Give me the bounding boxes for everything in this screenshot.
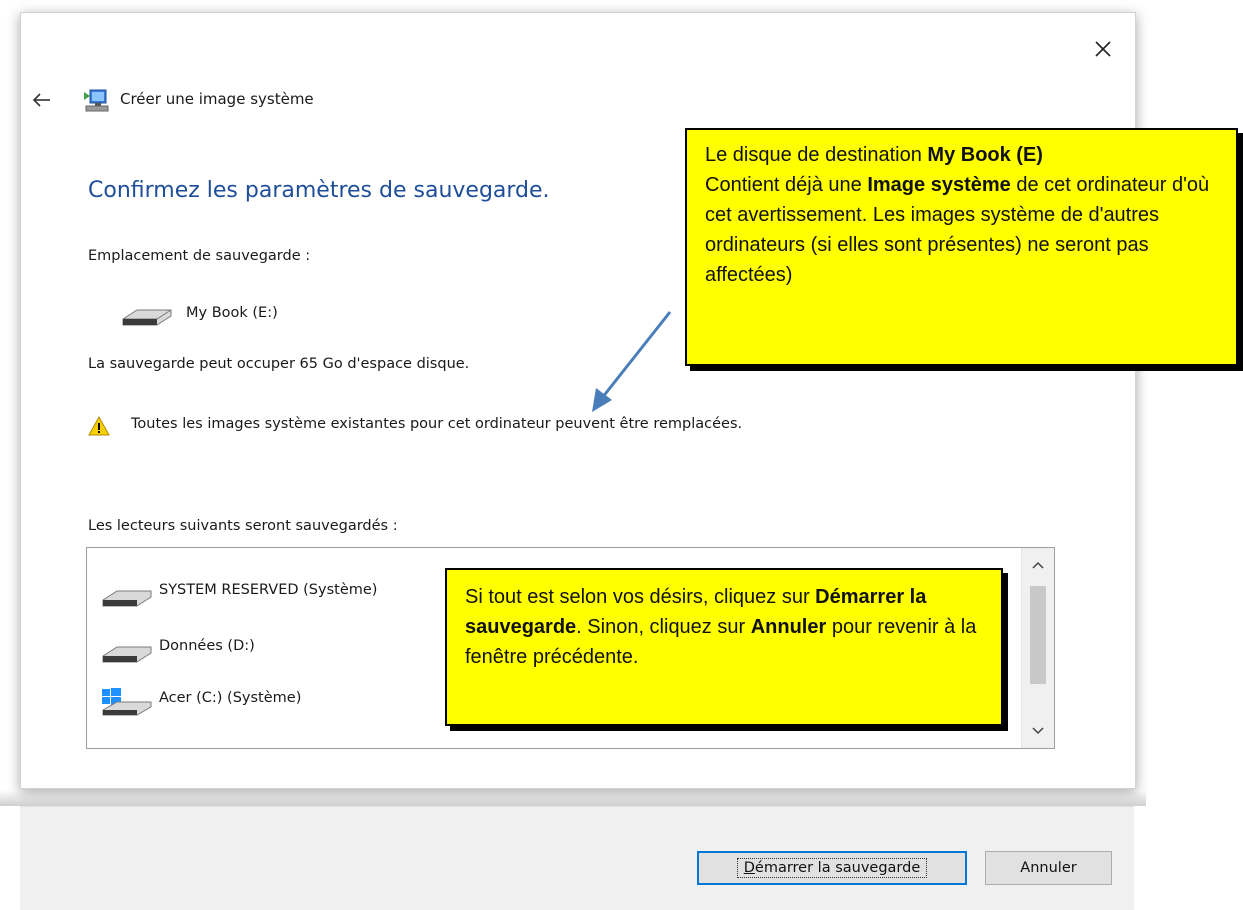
page-heading: Confirmez les paramètres de sauvegarde. xyxy=(88,178,550,203)
drive-label: Données (D:) xyxy=(159,638,255,654)
callout-instructions: Si tout est selon vos désirs, cliquez su… xyxy=(445,568,1003,726)
window-title: Créer une image système xyxy=(120,90,314,108)
drives-label: Les lecteurs suivants seront sauvegardés… xyxy=(88,518,398,534)
callout-bold-text: Annuler xyxy=(750,616,827,638)
hard-drive-icon xyxy=(121,307,173,331)
cancel-button[interactable]: Annuler xyxy=(985,851,1112,885)
chevron-down-icon xyxy=(1032,727,1044,735)
drive-label: SYSTEM RESERVED (Système) xyxy=(159,582,378,598)
scroll-thumb[interactable] xyxy=(1030,586,1046,684)
scroll-down-button[interactable] xyxy=(1022,718,1054,744)
callout-bold-text: My Book (E) xyxy=(927,144,1043,166)
hard-drive-icon xyxy=(102,590,152,607)
scrollbar[interactable] xyxy=(1021,548,1054,748)
drive-label: Acer (C:) (Système) xyxy=(159,690,302,706)
scroll-up-button[interactable] xyxy=(1022,552,1054,578)
start-backup-accesskey: D xyxy=(743,860,755,876)
back-button[interactable] xyxy=(31,89,53,111)
hard-drive-icon xyxy=(102,646,152,663)
callout-destination-info: Le disque de destination My Book (E) Con… xyxy=(685,128,1238,366)
location-label: Emplacement de sauvegarde : xyxy=(88,248,311,264)
backup-app-icon xyxy=(82,86,112,114)
callout-arrow xyxy=(592,311,672,412)
windows-drive-icon xyxy=(102,688,152,716)
start-backup-label-rest: émarrer la sauvegarde xyxy=(754,860,921,876)
chevron-up-icon xyxy=(1032,561,1044,569)
callout-bold-text: Image système xyxy=(867,174,1011,196)
warning-icon xyxy=(88,415,110,436)
callout-text: . Sinon, cliquez sur xyxy=(576,616,751,638)
start-backup-label: Démarrer la sauvegarde xyxy=(736,858,928,878)
window-shadow xyxy=(0,790,1146,806)
callout-text: Contient déjà une xyxy=(705,174,868,196)
location-value: My Book (E:) xyxy=(186,305,278,321)
callout-text: Si tout est selon vos désirs, cliquez su… xyxy=(465,586,816,608)
close-button[interactable] xyxy=(1090,36,1116,62)
callout-text: Le disque de destination xyxy=(705,144,928,166)
back-arrow-icon xyxy=(32,93,50,107)
close-icon xyxy=(1095,41,1111,57)
start-backup-button[interactable]: Démarrer la sauvegarde xyxy=(697,851,967,885)
space-text: La sauvegarde peut occuper 65 Go d'espac… xyxy=(88,356,470,372)
